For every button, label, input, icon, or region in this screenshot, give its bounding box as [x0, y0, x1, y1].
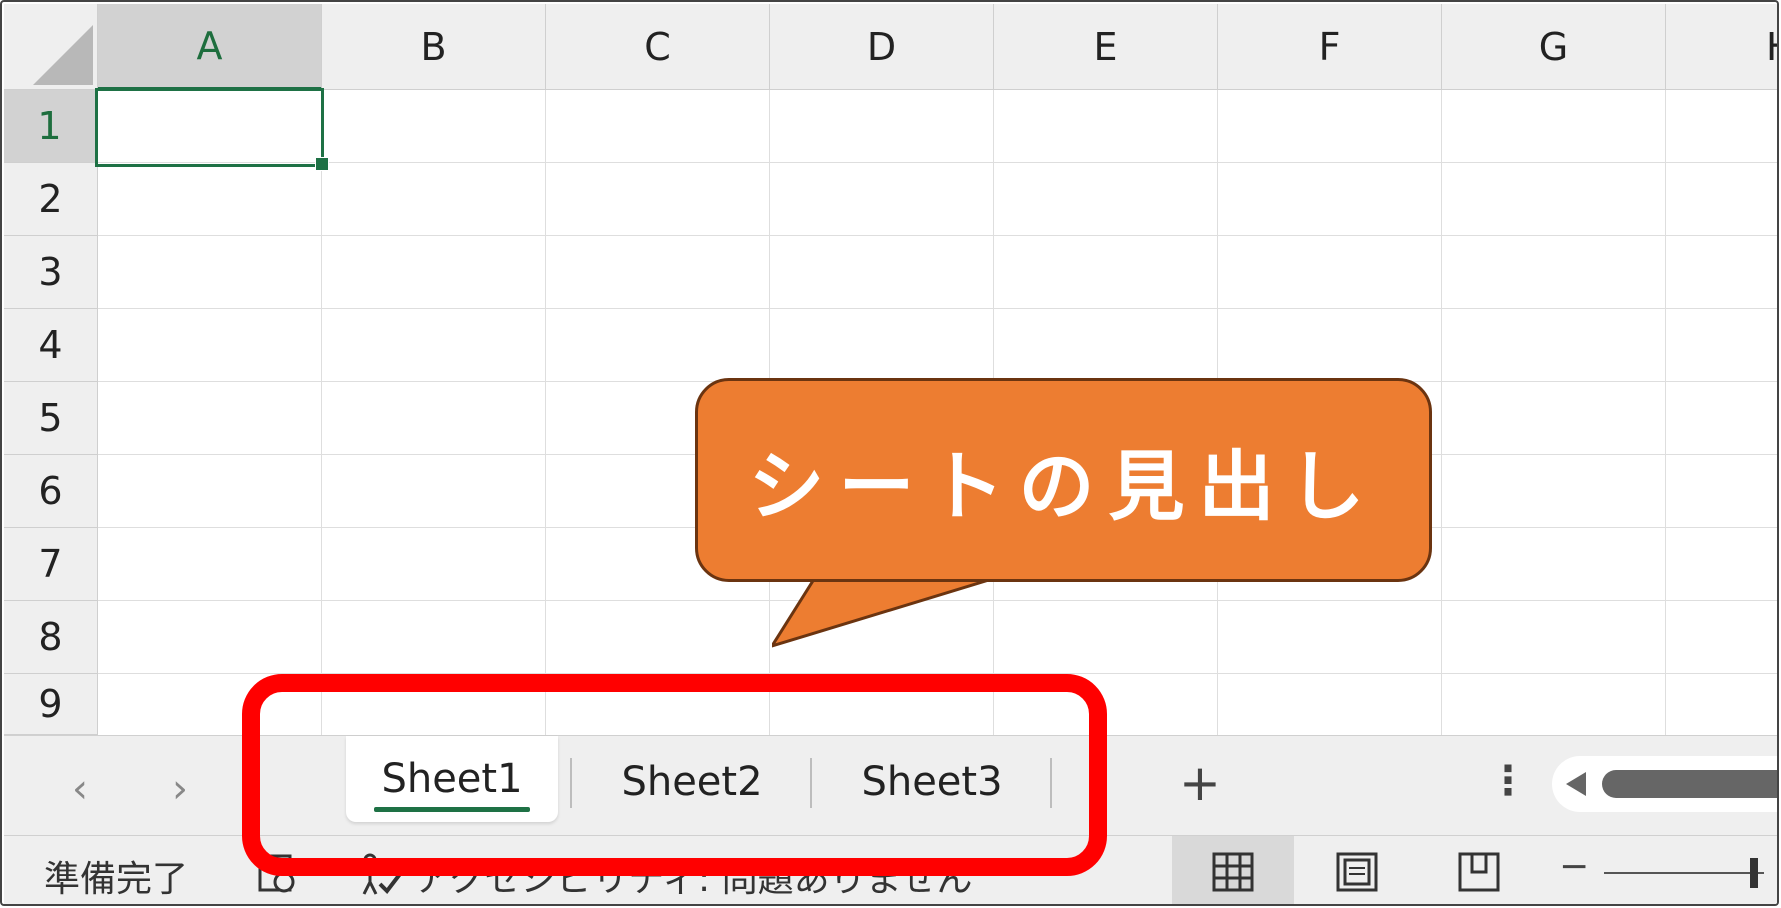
column-header-c[interactable]: C: [546, 4, 770, 90]
chevron-left-icon[interactable]: ‹: [72, 766, 88, 812]
add-sheet-button[interactable]: +: [1179, 754, 1221, 812]
callout-bubble: シートの見出し: [695, 378, 1432, 582]
row-header-6[interactable]: 6: [4, 455, 98, 528]
row-header-4[interactable]: 4: [4, 309, 98, 382]
scroll-left-arrow-icon[interactable]: [1566, 772, 1586, 796]
row-header-1[interactable]: 1: [4, 90, 98, 163]
scrollbar-thumb[interactable]: [1602, 770, 1777, 798]
row-header-8[interactable]: 8: [4, 601, 98, 674]
select-all-corner[interactable]: [4, 4, 98, 90]
column-header-h[interactable]: H: [1666, 4, 1777, 90]
normal-view-button[interactable]: [1172, 836, 1294, 904]
callout-tail: [772, 576, 1012, 648]
zoom-out-button[interactable]: −: [1559, 846, 1589, 887]
row-header-9[interactable]: 9: [4, 674, 98, 735]
page-break-preview-icon: [1458, 852, 1500, 892]
excel-window: A B C D E F G H 1 2 3 4 5 6 7 8 9 ‹ › Sh…: [0, 0, 1779, 906]
row-header-7[interactable]: 7: [4, 528, 98, 601]
row-header-5[interactable]: 5: [4, 382, 98, 455]
zoom-slider-knob[interactable]: [1750, 858, 1758, 888]
select-all-triangle-icon: [33, 25, 93, 85]
column-header-e[interactable]: E: [994, 4, 1218, 90]
horizontal-scrollbar[interactable]: [1552, 756, 1777, 812]
column-header-g[interactable]: G: [1442, 4, 1666, 90]
column-header-a[interactable]: A: [98, 4, 322, 90]
more-options-icon[interactable]: ⋮: [1488, 758, 1528, 804]
column-header-f[interactable]: F: [1218, 4, 1442, 90]
page-layout-view-icon: [1336, 852, 1378, 892]
active-cell-a1[interactable]: [95, 88, 324, 167]
column-header-b[interactable]: B: [322, 4, 546, 90]
zoom-slider[interactable]: [1604, 872, 1764, 874]
chevron-right-icon[interactable]: ›: [172, 766, 188, 812]
normal-view-icon: [1212, 852, 1254, 892]
sheet-tabs-highlight-box: [242, 674, 1107, 876]
page-layout-view-button[interactable]: [1296, 836, 1418, 904]
page-break-preview-button[interactable]: [1418, 836, 1540, 904]
row-header-2[interactable]: 2: [4, 163, 98, 236]
status-ready-text: 準備完了: [44, 859, 189, 900]
row-header-3[interactable]: 3: [4, 236, 98, 309]
column-header-d[interactable]: D: [770, 4, 994, 90]
callout-text: シートの見出し: [748, 442, 1379, 531]
fill-handle[interactable]: [315, 157, 329, 171]
